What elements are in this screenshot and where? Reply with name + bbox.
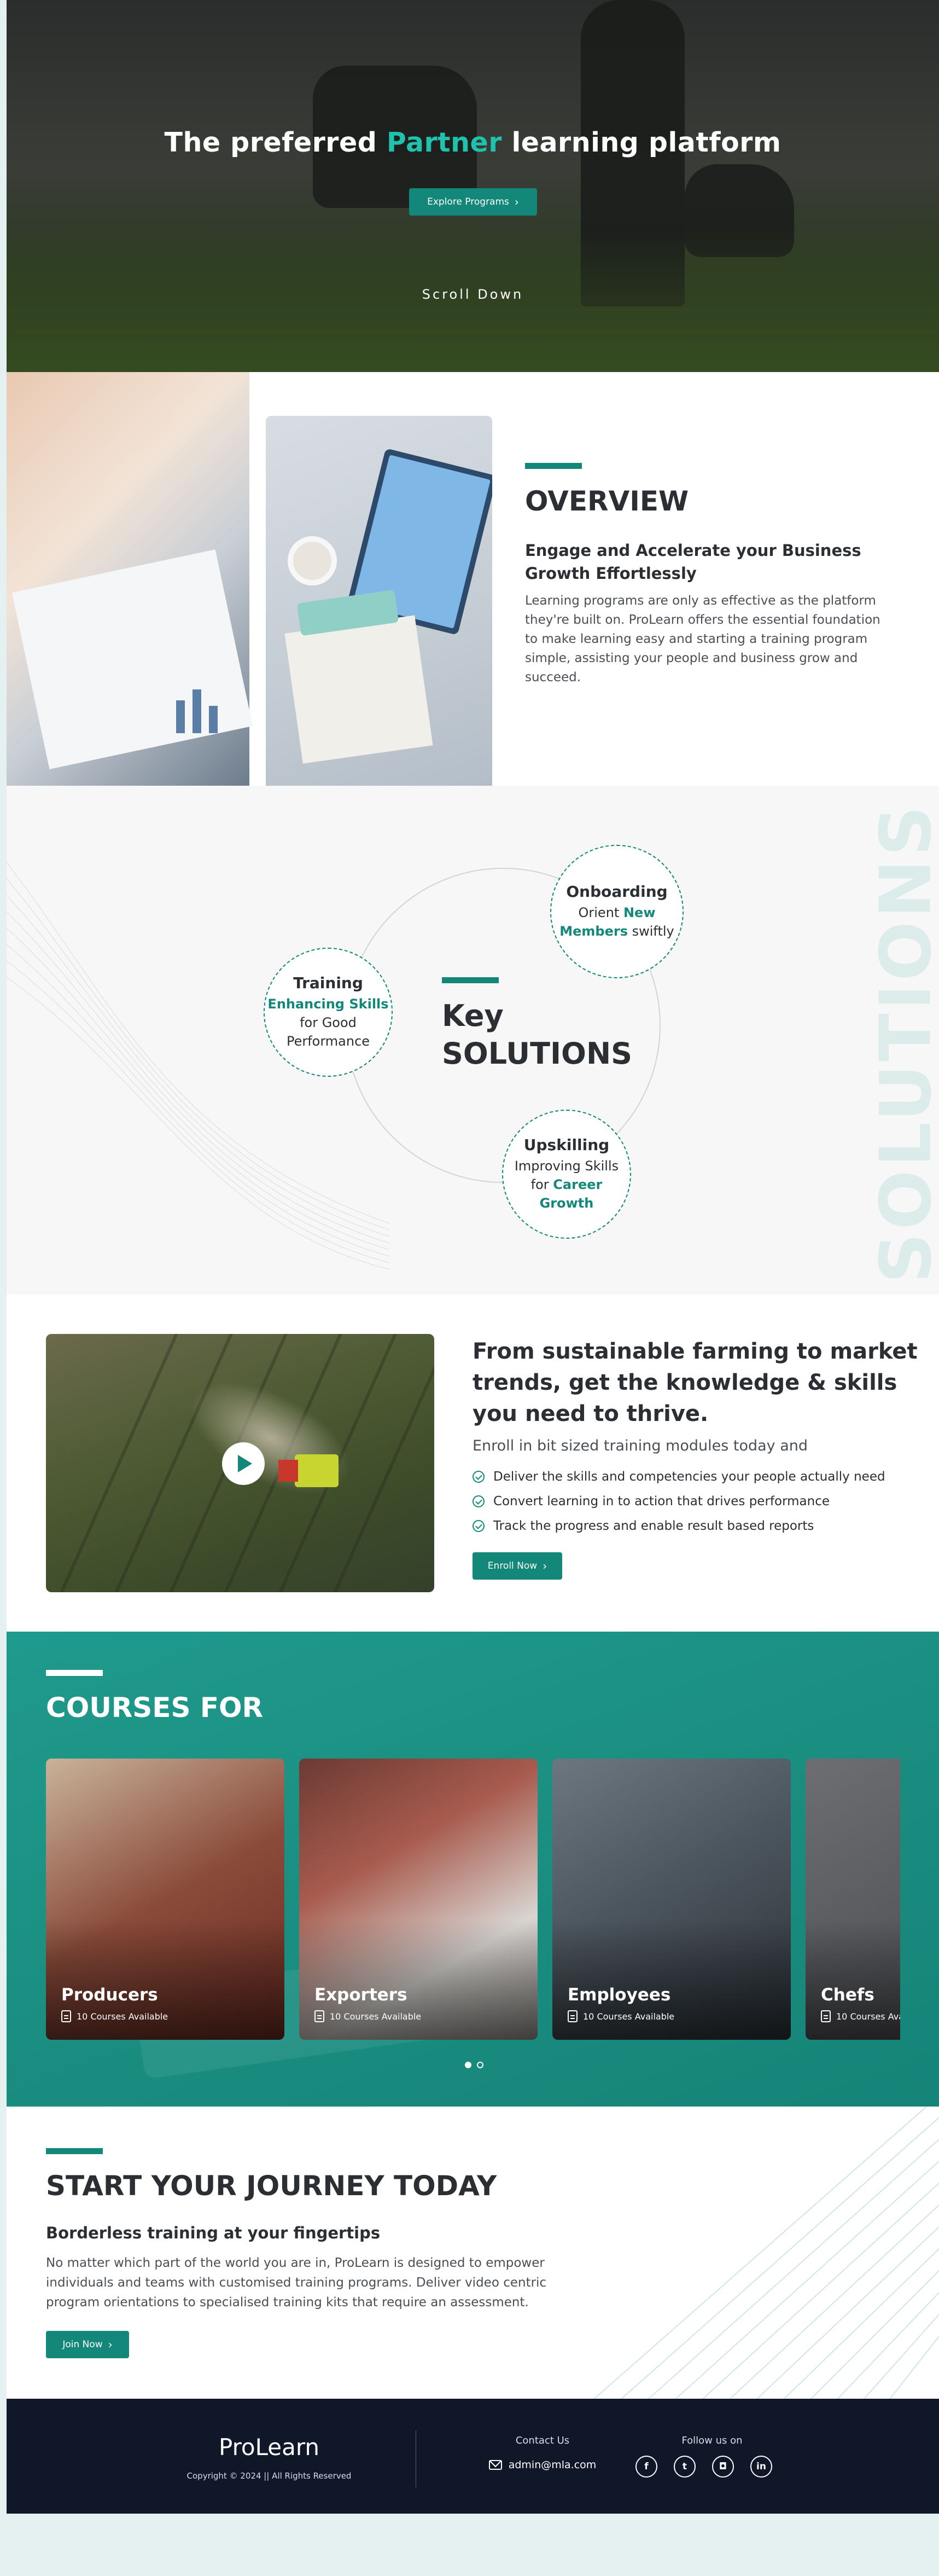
course-card-count: 10 Courses Available xyxy=(568,2010,674,2022)
solutions-section: SOLUTIONS Key SOLUTIONS Training Enhanci… xyxy=(7,786,939,1295)
overview-image-analysis xyxy=(7,372,253,786)
follow-title: Follow us on xyxy=(681,2435,743,2446)
footer-copyright: Copyright © 2024 || All Rights Reserved xyxy=(186,2471,352,2481)
decorative-lines xyxy=(593,2107,939,2399)
journey-heading: START YOUR JOURNEY TODAY xyxy=(46,2170,497,2202)
check-circle-icon xyxy=(473,1470,485,1483)
courses-carousel[interactable]: Producers 10 Courses Available Exporters… xyxy=(46,1759,900,2040)
journey-section: START YOUR JOURNEY TODAY Borderless trai… xyxy=(7,2107,939,2399)
contact-title: Contact Us xyxy=(515,2435,570,2446)
play-button[interactable] xyxy=(222,1442,265,1485)
courses-section: COURSES FOR Producers 10 Courses Availab… xyxy=(7,1632,939,2107)
document-icon xyxy=(568,2010,578,2022)
chevron-right-icon: › xyxy=(108,2338,113,2351)
accent-line xyxy=(46,1670,103,1676)
farming-section: From sustainable farming to market trend… xyxy=(7,1295,939,1632)
document-icon xyxy=(314,2010,324,2022)
document-icon xyxy=(61,2010,71,2022)
overview-section: OVERVIEW Engage and Accelerate your Busi… xyxy=(7,372,939,786)
carousel-dot[interactable] xyxy=(477,2062,483,2068)
carousel-dot-active[interactable] xyxy=(465,2062,471,2068)
list-item: Deliver the skills and competencies your… xyxy=(473,1464,921,1489)
overview-image-tablet xyxy=(266,416,492,786)
course-card-title: Exporters xyxy=(314,1985,407,2005)
check-circle-icon xyxy=(473,1495,485,1507)
social-links: f t ◘ in xyxy=(635,2456,772,2478)
envelope-icon xyxy=(488,2460,502,2470)
carousel-pagination xyxy=(465,2062,483,2068)
farming-content: From sustainable farming to market trend… xyxy=(473,1336,921,1580)
course-card-title: Chefs xyxy=(821,1985,874,2005)
accent-line xyxy=(442,977,499,983)
solution-upskilling[interactable]: Upskilling Improving Skills for Career G… xyxy=(502,1110,631,1239)
check-circle-icon xyxy=(473,1519,485,1532)
overview-heading: OVERVIEW xyxy=(525,485,689,517)
hero-title: The preferred Partner learning platform xyxy=(164,127,781,158)
list-item: Track the progress and enable result bas… xyxy=(473,1513,921,1538)
course-card-count: 10 Courses Available xyxy=(314,2010,421,2022)
document-icon xyxy=(821,2010,831,2022)
accent-line xyxy=(46,2148,103,2154)
play-icon xyxy=(238,1455,252,1472)
key-solutions-heading: Key SOLUTIONS xyxy=(442,977,632,1071)
chevron-right-icon: › xyxy=(514,195,519,208)
scroll-down-link[interactable]: Scroll Down xyxy=(7,287,939,302)
overview-content: OVERVIEW Engage and Accelerate your Busi… xyxy=(525,463,897,687)
footer: ProLearn Copyright © 2024 || All Rights … xyxy=(7,2399,939,2514)
journey-subheading: Borderless training at your fingertips xyxy=(46,2224,381,2242)
solutions-watermark: SOLUTIONS xyxy=(865,802,939,1284)
course-card-count: 10 Courses Available xyxy=(821,2010,900,2022)
contact-email-link[interactable]: admin@mla.com xyxy=(471,2459,614,2471)
chevron-right-icon: › xyxy=(543,1559,547,1573)
course-card-title: Producers xyxy=(61,1985,158,2005)
course-card-producers[interactable]: Producers 10 Courses Available xyxy=(46,1759,284,2040)
course-card-title: Employees xyxy=(568,1985,671,2005)
instagram-icon[interactable]: ◘ xyxy=(712,2456,734,2478)
solution-onboarding[interactable]: Onboarding Orient New Members swiftly xyxy=(550,845,684,978)
join-now-button[interactable]: Join Now › xyxy=(46,2331,129,2358)
accent-line xyxy=(525,463,582,469)
solution-training[interactable]: Training Enhancing Skills for Good Perfo… xyxy=(264,948,393,1077)
farming-video-thumbnail[interactable] xyxy=(46,1334,434,1592)
course-card-chefs[interactable]: Chefs 10 Courses Available xyxy=(806,1759,900,2040)
course-card-count: 10 Courses Available xyxy=(61,2010,168,2022)
facebook-icon[interactable]: f xyxy=(635,2456,657,2478)
tractor-shape xyxy=(278,1454,339,1487)
linkedin-icon[interactable]: in xyxy=(750,2456,772,2478)
enroll-now-button[interactable]: Enroll Now › xyxy=(473,1552,562,1580)
explore-programs-button[interactable]: Explore Programs › xyxy=(409,188,537,216)
farming-lead: Enroll in bit sized training modules tod… xyxy=(473,1437,808,1454)
course-card-exporters[interactable]: Exporters 10 Courses Available xyxy=(299,1759,538,2040)
farming-heading: From sustainable farming to market trend… xyxy=(473,1339,918,1426)
course-card-employees[interactable]: Employees 10 Courses Available xyxy=(552,1759,791,2040)
hero-section: The preferred Partner learning platform … xyxy=(7,0,939,372)
courses-heading: COURSES FOR xyxy=(46,1692,264,1724)
overview-subheading: Engage and Accelerate your Business Grow… xyxy=(525,541,861,583)
journey-body: No matter which part of the world you ar… xyxy=(46,2256,547,2310)
footer-logo[interactable]: ProLearn xyxy=(171,2434,368,2461)
hero-title-accent: Partner xyxy=(386,127,502,158)
twitter-icon[interactable]: t xyxy=(674,2456,696,2478)
farming-bullets: Deliver the skills and competencies your… xyxy=(473,1464,921,1538)
overview-body: Learning programs are only as effective … xyxy=(525,594,880,684)
list-item: Convert learning in to action that drive… xyxy=(473,1489,921,1513)
